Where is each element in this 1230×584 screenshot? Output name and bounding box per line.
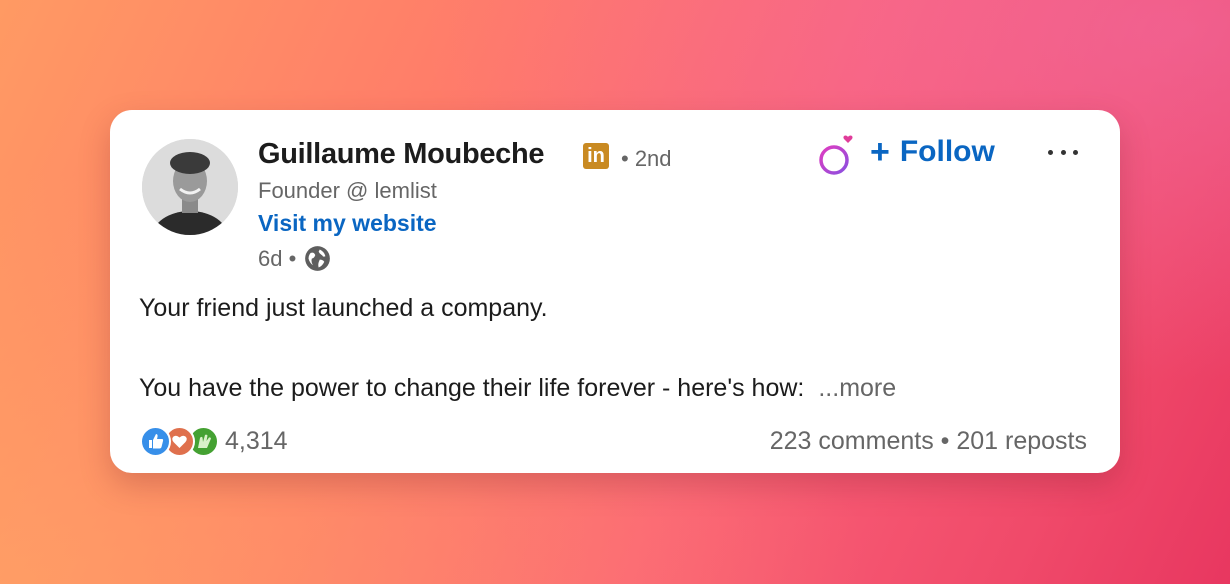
- post-time: 6d •: [258, 245, 297, 271]
- ring-heart-icon[interactable]: [817, 134, 857, 178]
- author-headline: Founder @ lemlist: [258, 178, 437, 203]
- globe-icon: [305, 246, 331, 271]
- more-options-icon[interactable]: [1046, 140, 1080, 164]
- post-text: You have the power to change their life …: [139, 374, 805, 402]
- reaction-count: 4,314: [225, 427, 288, 455]
- dot: [1060, 149, 1066, 155]
- connection-degree: • 2nd: [621, 146, 672, 171]
- visit-website-link[interactable]: Visit my website: [258, 210, 437, 237]
- linkedin-premium-badge: in: [583, 143, 609, 169]
- avatar-photo: [142, 139, 238, 235]
- reactions-summary[interactable]: 4,314: [140, 426, 288, 457]
- like-icon: [140, 426, 171, 457]
- dot: [1048, 149, 1053, 155]
- post-card: Guillaume Moubeche in • 2nd Founder @ le…: [110, 110, 1120, 473]
- plus-icon: +: [870, 133, 890, 171]
- see-more-link[interactable]: ...more: [818, 374, 896, 402]
- post-text-line: Your friend just launched a company.: [139, 294, 548, 322]
- avatar[interactable]: [142, 139, 238, 235]
- follow-button[interactable]: + Follow: [870, 134, 995, 170]
- post-text-line: You have the power to change their life …: [139, 374, 896, 403]
- follow-label: Follow: [899, 135, 995, 168]
- dot: [1073, 149, 1078, 155]
- post-meta: 6d •: [258, 245, 331, 272]
- author-name[interactable]: Guillaume Moubeche: [258, 138, 545, 171]
- comments-reposts-count[interactable]: 223 comments • 201 reposts: [770, 427, 1087, 456]
